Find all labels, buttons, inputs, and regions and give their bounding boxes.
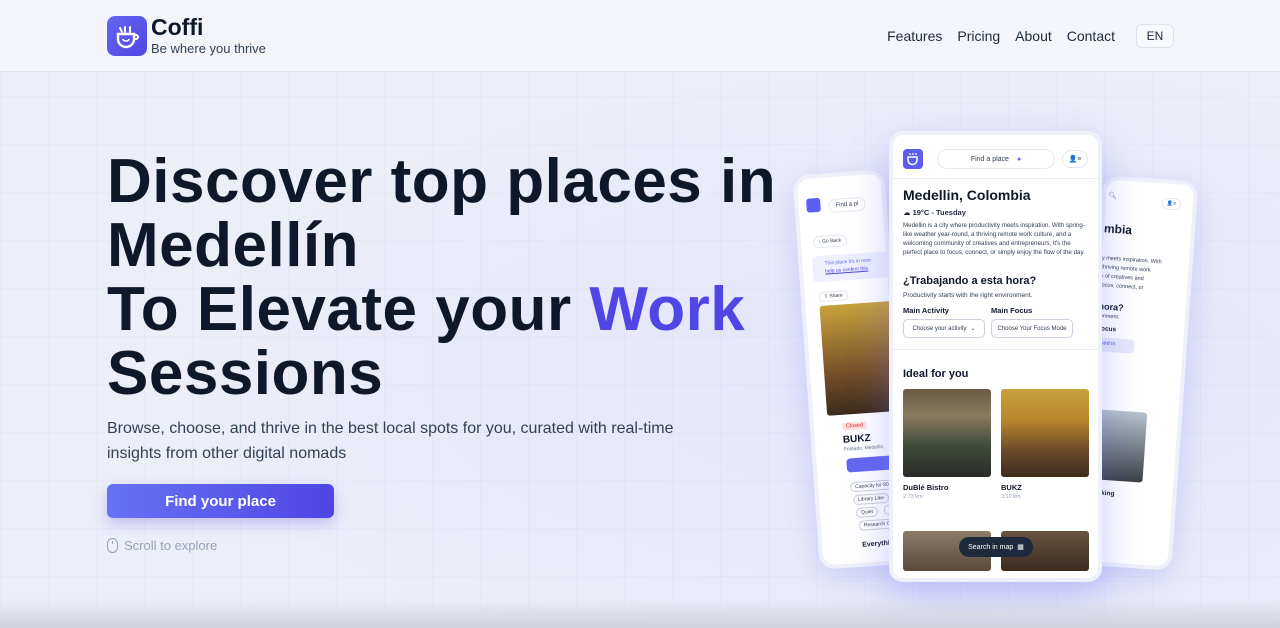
tag-quiet: Quiet — [855, 506, 879, 519]
find-your-place-button[interactable]: Find your place — [107, 484, 334, 518]
main-nav: Features Pricing About Contact EN — [887, 24, 1174, 48]
app-header: Find a place ● 👤≡ — [893, 135, 1098, 179]
chevron-down-icon: ⌄ — [970, 326, 976, 332]
description-line-2: thriving remote work — [1101, 264, 1151, 274]
app-logo-icon[interactable] — [903, 149, 923, 169]
search-input[interactable]: Find a place ● — [937, 149, 1055, 169]
nav-contact[interactable]: Contact — [1067, 28, 1115, 44]
focus-select[interactable]: Choose Your Focus Mode — [991, 319, 1073, 338]
activity-question: ¿Trabajando a esta hora? — [903, 275, 1037, 287]
scroll-hint[interactable]: Scroll to explore — [107, 538, 217, 553]
scroll-hint-label: Scroll to explore — [124, 538, 218, 553]
language-switcher[interactable]: EN — [1136, 24, 1174, 48]
coffi-logo-icon[interactable] — [107, 16, 147, 56]
search-placeholder: Find a place — [970, 155, 1009, 163]
tag-capacity: Capacity for 80 — [849, 479, 895, 493]
weather-info: ☁ 19°C - Tuesday — [903, 208, 966, 217]
hero-title-line-1: Discover top places in — [107, 147, 777, 216]
nav-about[interactable]: About — [1015, 28, 1052, 44]
focus-select-value: Choose Your Focus Mode — [997, 325, 1067, 332]
brand-name[interactable]: Coffi — [151, 14, 203, 41]
place-card-image-bukz[interactable] — [1001, 389, 1089, 477]
hero-subtitle: Browse, choose, and thrive in the best l… — [107, 420, 674, 462]
place-card-distance: 2.73 km — [903, 494, 923, 500]
site-header: Coffi Be where you thrive Features Prici… — [0, 0, 1280, 72]
nav-features[interactable]: Features — [887, 28, 942, 44]
user-menu-icon[interactable]: 👤≡ — [1161, 197, 1182, 211]
hero-title: Discover top places in Medellín To Eleva… — [107, 150, 827, 406]
search-field[interactable]: Find a pl — [828, 196, 866, 214]
notice-box: This place it's in rece help us confirm … — [812, 250, 894, 283]
hero-title-accent: Work — [589, 275, 746, 344]
hero-title-line-3: To Elevate your — [107, 275, 590, 344]
hero-title-line-4: Sessions — [107, 339, 384, 408]
description-line-3: y of creatives and — [1100, 273, 1144, 283]
question-partial: hora? — [1098, 301, 1124, 313]
divider — [893, 349, 1098, 350]
city-title: Medellin, Colombia — [903, 187, 1031, 203]
place-card-name[interactable]: BUKZ — [1001, 483, 1022, 492]
city-description: Medellin is a city where productivity me… — [903, 222, 1085, 256]
nav-pricing[interactable]: Pricing — [957, 28, 1000, 44]
user-menu-icon[interactable]: 👤≡ — [1062, 150, 1088, 168]
phone-mockup-main: Find a place ● 👤≡ Medellin, Colombia ☁ 1… — [889, 131, 1102, 582]
city-title: mbia — [1103, 221, 1133, 238]
search-in-map-label: Search in map — [968, 543, 1014, 551]
mouse-icon — [107, 538, 118, 553]
main-activity-label: Main Activity — [903, 306, 949, 315]
go-back-button[interactable]: ‹ Go Back — [812, 234, 848, 249]
activity-select-value: Choose your activity — [912, 325, 967, 332]
place-card-image-duble[interactable] — [903, 389, 991, 477]
ideal-heading: Ideal for you — [903, 368, 969, 380]
status-badge: Closed — [841, 421, 868, 431]
place-card-name[interactable]: DuBlé Bistro — [903, 483, 948, 492]
main-focus-label: Main Focus — [991, 306, 1033, 315]
app-logo-icon — [805, 197, 821, 213]
activity-question-sub: Productivity starts with the right envir… — [903, 292, 1033, 299]
search-in-map-button[interactable]: Search in map ▦ — [959, 537, 1033, 557]
place-name: BUKZ — [842, 432, 872, 446]
bottom-fade — [0, 598, 1280, 628]
search-icon: ● — [1016, 155, 1022, 163]
notice-link[interactable]: help us confirm this — [825, 266, 868, 275]
place-card-distance: 3.10 km — [1001, 494, 1021, 500]
map-icon: ▦ — [1017, 544, 1024, 551]
activity-select[interactable]: Choose your activity ⌄ — [903, 319, 985, 338]
search-icon[interactable]: 🔍︎ — [1108, 192, 1117, 201]
hero-title-line-2: Medellín — [107, 211, 360, 280]
share-button[interactable]: ⇪ Share — [818, 290, 849, 303]
brand-tagline: Be where you thrive — [151, 41, 266, 56]
tag-library-like: Library Like — [852, 492, 890, 506]
description-line-4: focus, connect, or — [1099, 282, 1144, 292]
